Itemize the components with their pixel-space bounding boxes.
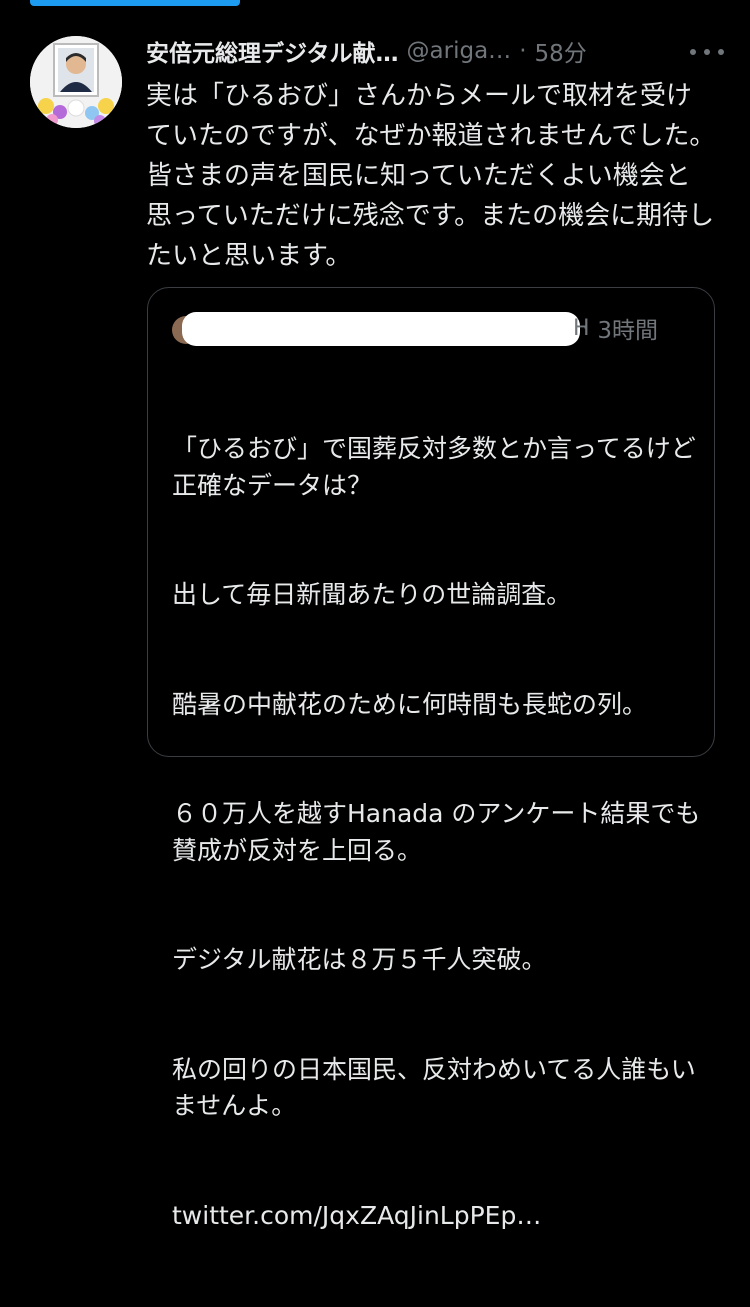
quoted-timestamp[interactable]: 3時間 [597,311,658,345]
more-options-button[interactable] [684,38,730,66]
quoted-line: 私の回りの日本国民、反対わめいてる人誰もいませんよ。 [172,1054,696,1121]
quoted-tweet-text: 「ひるおび」で国葬反対多数とか言ってるけど正確なデータは？ 出して毎日新聞あたり… [172,358,712,1307]
quoted-time-group: · 3時間 [582,310,658,346]
tweet-header: 安倍元総理デジタル献… @ariga… · 58分 [146,33,726,69]
redaction-mark [182,312,580,346]
display-name[interactable]: 安倍元総理デジタル献… [146,34,399,68]
tweet-text: 実は「ひるおび」さんからメールで取材を受けていたのですが、なぜか報道されませんで… [146,81,716,271]
quoted-tweet-card[interactable]: H · 3時間 「ひるおび」で国葬反対多数とか言ってるけど正確なデータは？ 出し… [147,287,715,1230]
user-handle[interactable]: @ariga… [407,38,512,64]
quoted-link[interactable]: twitter.com/JqxZAqJinLpPEp… [172,1198,712,1235]
more-horizontal-icon [690,49,724,55]
quoted-line: 「ひるおび」で国葬反対多数とか言ってるけど正確なデータは？ [172,434,696,500]
quoted-line: ６０万人を越すHanada のアンケート結果でも賛成が反対を上回る。 [172,799,701,865]
separator-dot: · [519,38,527,64]
scroll-indicator [30,0,240,6]
quoted-line: 酷暑の中献花のために何時間も長蛇の列。 [172,689,648,719]
quoted-separator-dot: · [582,315,590,341]
avatar-portrait-icon [30,36,122,128]
quoted-line: デジタル献花は８万５千人突破。 [172,945,547,974]
quoted-line: 出して毎日新聞あたりの世論調査。 [172,580,572,609]
tweet-timestamp[interactable]: 58分 [535,34,587,68]
avatar[interactable] [30,36,122,128]
